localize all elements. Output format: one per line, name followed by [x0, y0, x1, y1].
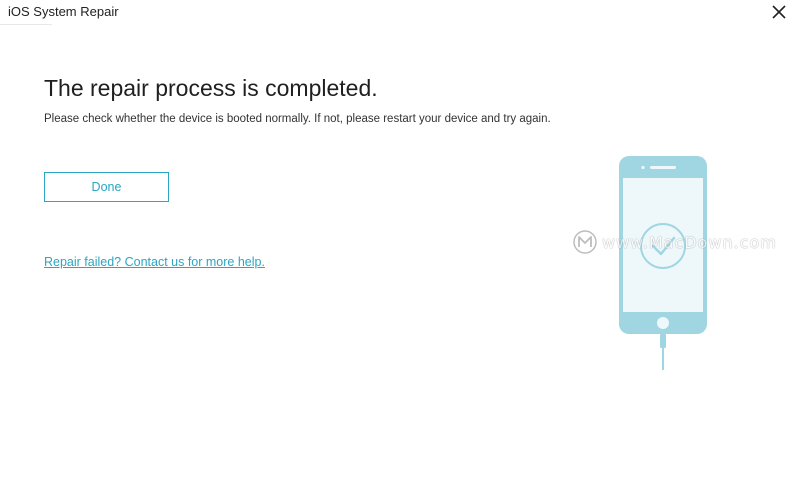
close-icon	[772, 5, 786, 19]
phone-illustration	[610, 150, 720, 375]
instruction-text: Please check whether the device is boote…	[44, 113, 551, 125]
macdown-logo-icon	[573, 230, 597, 254]
watermark-text: www.MacDown.com	[602, 232, 777, 252]
page-title: The repair process is completed.	[44, 75, 378, 101]
title-divider	[0, 24, 52, 25]
watermark: www.MacDown.com	[572, 228, 777, 256]
window-title: iOS System Repair	[8, 4, 119, 19]
contact-help-link[interactable]: Repair failed? Contact us for more help.	[44, 255, 265, 269]
title-bar: iOS System Repair	[0, 0, 793, 26]
done-button[interactable]: Done	[44, 172, 169, 202]
close-button[interactable]	[767, 1, 791, 23]
